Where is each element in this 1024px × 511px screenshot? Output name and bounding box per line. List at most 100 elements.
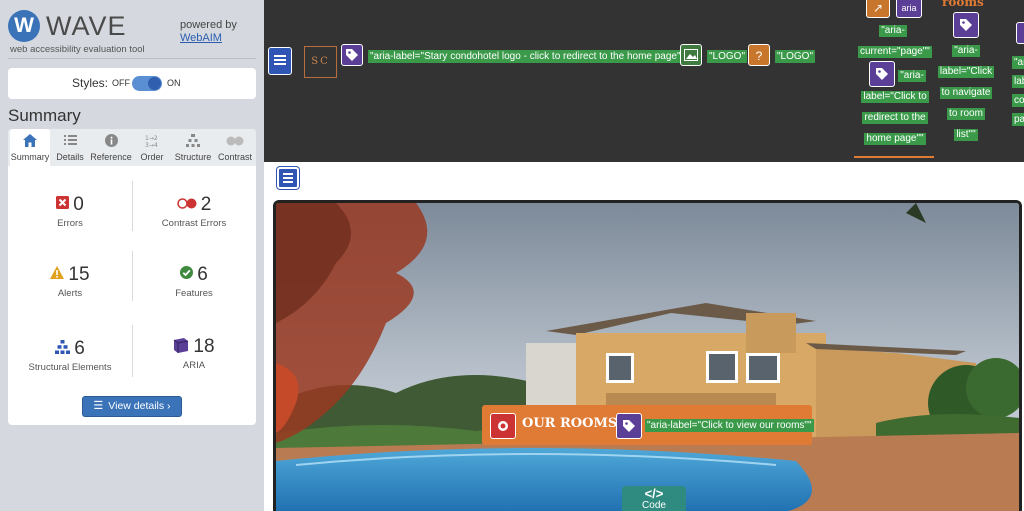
annotation-line: redirect to the — [862, 112, 928, 124]
errors-count: 0 — [73, 194, 84, 215]
linked-image-icon[interactable] — [680, 44, 702, 66]
logo-aria-label-text: "aria-label="Stary condohotel logo - cli… — [368, 50, 687, 63]
tab-order-label: Order — [140, 152, 164, 162]
header-region-icon[interactable] — [268, 47, 292, 75]
tab-details[interactable]: Details — [52, 129, 88, 166]
features-count: 6 — [197, 264, 208, 285]
powered-by-label: powered by — [180, 19, 237, 31]
structural-label: Structural Elements — [28, 362, 112, 373]
styles-on-label: ON — [167, 78, 181, 88]
contrast-errors-count: 2 — [200, 194, 212, 215]
our-rooms-button[interactable]: OUR ROOMS! "aria-label="Click to view ou… — [482, 405, 814, 445]
tab-structure[interactable]: Structure — [172, 129, 214, 166]
stat-divider — [132, 251, 133, 301]
alerts-count: 15 — [68, 264, 90, 285]
active-nav-underline — [854, 156, 934, 158]
annotation-line: pa — [1012, 113, 1024, 126]
code-label: Code — [642, 500, 666, 511]
tab-summary-label: Summary — [10, 152, 50, 162]
nav1-aria-current: "aria- current="page"" — [858, 20, 932, 62]
tab-reference-label: Reference — [90, 152, 132, 162]
contrast-error-icon[interactable] — [490, 413, 516, 439]
wave-tagline: web accessibility evaluation tool — [10, 44, 145, 55]
errors-label: Errors — [57, 218, 83, 229]
tab-reference[interactable]: Reference — [90, 129, 132, 166]
tab-structure-label: Structure — [174, 152, 212, 162]
screen: W WAVE web accessibility evaluation tool… — [0, 0, 1024, 511]
section-region-icon[interactable] — [277, 167, 299, 189]
alerts-label: Alerts — [57, 288, 83, 299]
styles-label: Styles: — [72, 76, 109, 90]
styles-toggle-box: Styles: OFF ON — [8, 68, 256, 99]
aria-label: ARIA — [182, 360, 206, 371]
contrast-errors-stat[interactable]: 2 Contrast Errors — [136, 194, 252, 229]
nav3-aria-label: "ar lab co pa — [1012, 50, 1024, 132]
stat-divider — [132, 181, 133, 231]
code-icon: </> — [644, 486, 664, 501]
contrast-errors-label: Contrast Errors — [161, 218, 227, 229]
annotation-line: "ar — [1012, 56, 1024, 69]
annotation-line: lab — [1012, 75, 1024, 88]
errors-stat[interactable]: 0 Errors — [12, 194, 128, 229]
alert-icon — [50, 266, 65, 284]
code-toggle-button[interactable]: </> Code — [622, 486, 686, 511]
nav-rooms-link[interactable]: rooms — [942, 0, 984, 9]
nav1-aria-label: "aria- label="Click to redirect to the h… — [860, 65, 930, 149]
wave-header: W WAVE web accessibility evaluation tool… — [8, 10, 256, 59]
tab-order[interactable]: 1→2 3→4 Order — [134, 129, 170, 166]
annotation-line: label="Click to — [861, 91, 929, 103]
aria-tag-icon[interactable]: aria — [896, 0, 922, 18]
contrast-icon — [216, 134, 254, 150]
styles-off-label: OFF — [112, 78, 130, 88]
annotation-line: "aria- — [879, 25, 907, 37]
list-icon — [52, 134, 88, 150]
toggle-knob — [148, 77, 161, 90]
annotation-line: "aria- — [898, 70, 926, 82]
aria-label-icon[interactable] — [616, 413, 642, 439]
annotation-line: co — [1012, 94, 1024, 107]
structure-icon — [172, 134, 214, 150]
aria-count: 18 — [193, 336, 215, 357]
list-icon: ☰ — [93, 400, 104, 412]
tab-details-label: Details — [56, 152, 84, 162]
structural-count: 6 — [74, 338, 85, 359]
suspicious-alt-icon[interactable]: ? — [748, 44, 770, 66]
alerts-stat[interactable]: 15 Alerts — [12, 264, 128, 299]
annotation-line: home page"" — [864, 133, 926, 145]
features-label: Features — [175, 288, 213, 299]
error-icon — [56, 196, 70, 214]
styles-toggle[interactable] — [132, 76, 162, 91]
nav-alert-icon[interactable]: ↗ — [866, 0, 890, 18]
structural-stat[interactable]: 6 Structural Elements — [12, 338, 128, 373]
summary-title: Summary — [8, 106, 81, 125]
cta-aria-label-text: "aria-label="Click to view our rooms"" — [645, 419, 814, 432]
hero-image — [273, 200, 1022, 511]
wave-sidebar: W WAVE web accessibility evaluation tool… — [0, 0, 264, 511]
site-logo[interactable]: SC — [304, 46, 337, 78]
tab-contrast[interactable]: Contrast — [216, 129, 254, 166]
aria-label-icon[interactable] — [1016, 22, 1024, 44]
webaim-link[interactable]: WebAIM — [180, 32, 222, 44]
svg-text:3→4: 3→4 — [145, 142, 158, 148]
our-rooms-label: OUR ROOMS! — [522, 416, 623, 431]
home-icon — [10, 134, 50, 150]
aria-stat[interactable]: 18 ARIA — [136, 336, 252, 371]
nav2-aria-label: "aria- label="Click to navigate to room … — [930, 40, 1002, 145]
stat-divider — [132, 325, 133, 377]
order-icon: 1→2 3→4 — [134, 134, 170, 150]
info-icon — [90, 134, 132, 150]
logo-alt-text-2: "LOGO" — [775, 50, 815, 63]
annotation-line: "aria- — [952, 45, 980, 57]
wave-logo-icon[interactable]: W — [8, 10, 40, 42]
annotation-line: to navigate — [939, 87, 993, 99]
features-stat[interactable]: 6 Features — [136, 264, 252, 299]
annotation-line: current="page"" — [858, 46, 932, 58]
tab-contrast-label: Contrast — [217, 152, 252, 162]
aria-label-icon[interactable] — [953, 12, 979, 38]
annotation-line: label="Click — [937, 66, 995, 78]
tab-summary[interactable]: Summary — [10, 129, 50, 166]
view-details-button[interactable]: ☰ View details › — [82, 396, 182, 417]
panel-tabs: Summary Details Reference 1→2 3→4 Order … — [8, 129, 256, 166]
aria-label-icon[interactable] — [341, 44, 363, 66]
aria-cube-icon — [173, 337, 189, 358]
